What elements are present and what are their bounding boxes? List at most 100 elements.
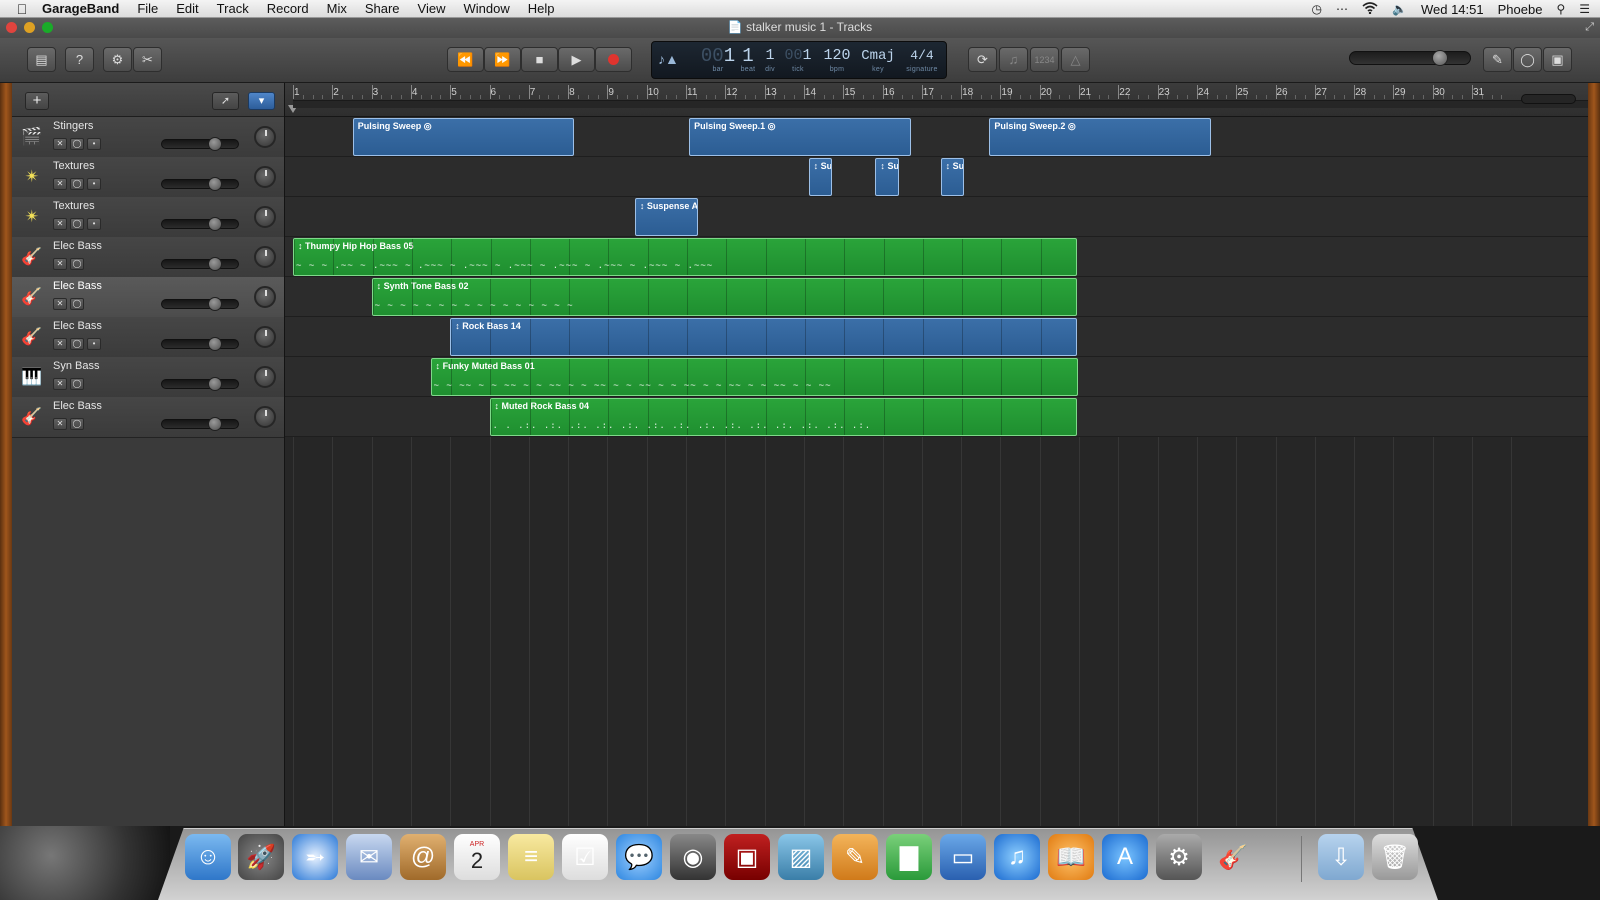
reminders-icon[interactable]: ☑ [562,834,608,880]
solo-button[interactable]: ◯ [70,178,84,190]
solo-button[interactable]: ◯ [70,138,84,150]
metronome-mode-icon[interactable]: ♪▲ [658,51,679,69]
menu-track[interactable]: Track [208,1,258,16]
count-in-button[interactable]: 1234 [1030,47,1059,72]
master-volume-slider[interactable] [1349,50,1471,66]
region[interactable]: ↕ Funky Muted Bass 01 ~ ~ ~~ ~ ~ ~~ ~ ~ ~… [430,358,1079,396]
track-header[interactable]: 🎸 Elec Bass ✕ ◯ • [12,317,284,358]
timeline-ruler[interactable]: 1 2 3 4 5 6 7 8 9 10 11 12 13 14 15 16 17 18 19 20 21 22 23 24 2… [285,83,1588,117]
track-lane[interactable] [285,197,1588,237]
track-volume-knob[interactable] [208,217,223,231]
downloads-folder-icon[interactable]: ⇩ [1318,834,1364,880]
notes-icon[interactable]: ≡ [508,834,554,880]
track-volume-slider[interactable] [161,377,239,391]
menu-view[interactable]: View [409,1,455,16]
track-volume-slider[interactable] [161,217,239,231]
record-enable-button[interactable]: • [87,338,101,350]
track-name[interactable]: Elec Bass [53,320,102,332]
record-button[interactable] [595,47,632,72]
region[interactable]: ↕ Synth Tone Bass 02 ~ ~ ~ ~ ~ ~ ~ ~ ~ ~ … [371,278,1078,316]
notepad-button[interactable]: ✎ [1483,47,1512,72]
track-volume-knob[interactable] [208,137,223,151]
numbers-icon[interactable]: ▇ [886,834,932,880]
garageband-icon[interactable]: 🎸 [1210,834,1256,880]
pages-icon[interactable]: ✎ [832,834,878,880]
solo-button[interactable]: ◯ [70,218,84,230]
apple-menu-icon[interactable]:  [0,1,28,17]
track-header[interactable]: 🎸 Elec Bass ✕ ◯ [12,277,284,318]
horizontal-zoom-slider[interactable] [1521,94,1576,104]
mute-button[interactable]: ✕ [53,218,67,230]
mute-button[interactable]: ✕ [53,338,67,350]
add-track-button[interactable]: + [25,92,49,110]
loop-browser-button[interactable]: ◯ [1513,47,1542,72]
track-pan-knob[interactable] [254,246,276,268]
lcd-signature-value[interactable]: 4/4 [902,46,942,66]
solo-button[interactable]: ◯ [70,258,84,270]
track-volume-slider[interactable] [161,417,239,431]
track-volume-slider[interactable] [161,177,239,191]
menu-user[interactable]: Phoebe [1498,2,1543,17]
volume-icon[interactable]: 🔈 [1392,2,1407,16]
mute-button[interactable]: ✕ [53,258,67,270]
track-pan-knob[interactable] [254,326,276,348]
contacts-icon[interactable]: @ [400,834,446,880]
mute-button[interactable]: ✕ [53,298,67,310]
finder-icon[interactable]: ☺ [185,834,231,880]
bluetooth-icon[interactable]: ⋯ [1336,2,1348,16]
stop-button[interactable]: ■ [521,47,558,72]
tuner-button[interactable]: ♫ [999,47,1028,72]
system-preferences-icon[interactable]: ⚙ [1156,834,1202,880]
region[interactable]: ↕ Su [940,158,965,196]
track-name[interactable]: Elec Bass [53,400,102,412]
region[interactable]: ↕ Su [875,158,899,196]
mute-button[interactable]: ✕ [53,178,67,190]
track-header[interactable]: ✴ Textures ✕ ◯ • [12,157,284,198]
track-name[interactable]: Elec Bass [53,240,102,252]
record-enable-button[interactable]: • [87,218,101,230]
solo-button[interactable]: ◯ [70,298,84,310]
track-lane[interactable] [285,157,1588,197]
library-button[interactable]: ▤ [27,47,56,72]
lcd-key-value[interactable]: Cmaj [858,46,898,66]
mail-icon[interactable]: ✉ [346,834,392,880]
track-name[interactable]: Syn Bass [53,360,99,372]
launchpad-icon[interactable]: 🚀 [238,834,284,880]
region[interactable]: ↕ Muted Rock Bass 04 . . .:. .:. .:. .:. … [489,398,1078,436]
track-pan-knob[interactable] [254,206,276,228]
ibooks-icon[interactable]: 📖 [1048,834,1094,880]
track-volume-knob[interactable] [208,377,223,391]
track-header[interactable]: ✴ Textures ✕ ◯ • [12,197,284,238]
mute-button[interactable]: ✕ [53,418,67,430]
wifi-icon[interactable] [1362,1,1378,17]
calendar-icon[interactable]: APR 2 [454,834,500,880]
region[interactable]: Pulsing Sweep.1 ◎ [689,118,911,156]
flex-view-button[interactable]: ▾ [248,92,275,110]
track-pan-knob[interactable] [254,166,276,188]
track-header[interactable]: 🎹 Syn Bass ✕ ◯ [12,357,284,398]
fullscreen-icon[interactable]: ⤢ [1585,21,1594,34]
track-name[interactable]: Textures [53,160,95,172]
menu-edit[interactable]: Edit [167,1,207,16]
facetime-icon[interactable]: ◉ [670,834,716,880]
track-volume-slider[interactable] [161,297,239,311]
smart-controls-button[interactable]: ⚙ [103,47,132,72]
messages-icon[interactable]: 💬 [616,834,662,880]
menu-file[interactable]: File [128,1,167,16]
track-name[interactable]: Elec Bass [53,280,102,292]
record-enable-button[interactable]: • [87,178,101,190]
track-pan-knob[interactable] [254,366,276,388]
region[interactable]: Pulsing Sweep.2 ◎ [989,118,1211,156]
mute-button[interactable]: ✕ [53,378,67,390]
track-pan-knob[interactable] [254,126,276,148]
safari-icon[interactable]: ➵ [292,834,338,880]
track-name[interactable]: Stingers [53,120,93,132]
track-volume-knob[interactable] [208,257,223,271]
photo-booth-icon[interactable]: ▣ [724,834,770,880]
region[interactable]: ↕ Suspense A [634,198,698,236]
solo-button[interactable]: ◯ [70,418,84,430]
solo-button[interactable]: ◯ [70,378,84,390]
region[interactable]: ↕ Rock Bass 14 [450,318,1078,356]
region[interactable]: ↕ Thumpy Hip Hop Bass 05 ~ ~ ~ .~~ ~ .~~~… [293,238,1078,276]
menu-record[interactable]: Record [258,1,318,16]
